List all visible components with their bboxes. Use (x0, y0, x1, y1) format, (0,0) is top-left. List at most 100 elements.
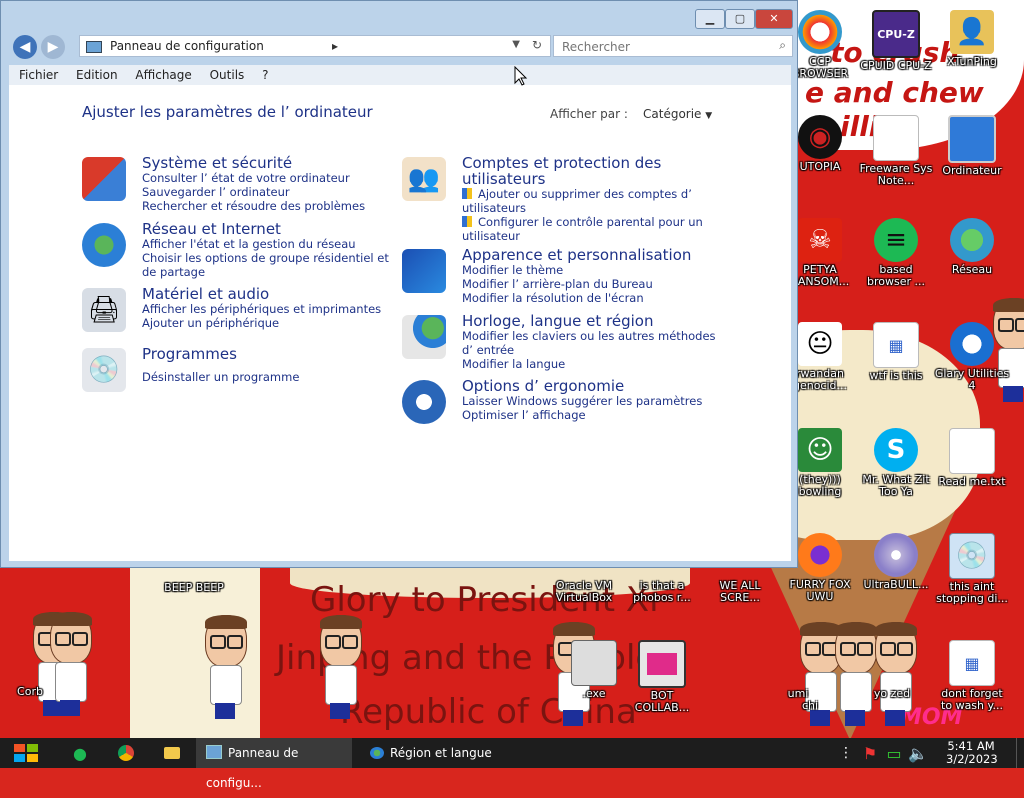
search-input[interactable] (560, 39, 764, 55)
category-link[interactable]: Optimiser l’ affichage (462, 408, 722, 422)
breadcrumb[interactable]: Panneau de configuration (110, 39, 264, 53)
desktop-icon-dont-forget[interactable]: ▦ dont forget to wash y... (934, 640, 1010, 712)
menu-outils[interactable]: Outils (210, 65, 245, 85)
search-icon[interactable]: ⌕ (779, 38, 786, 53)
category-title[interactable]: Horloge, langue et région (462, 313, 722, 329)
desktop-icon-ultrabull[interactable]: UltraBULL... (858, 533, 934, 591)
ease-of-access-icon[interactable] (402, 380, 446, 424)
chevron-down-icon[interactable]: ▼ (705, 111, 712, 121)
close-button[interactable]: ✕ (755, 9, 793, 29)
file-icon: ▦ (949, 640, 995, 686)
chrome-taskbar-icon[interactable] (112, 741, 140, 765)
menu-help[interactable]: ? (262, 65, 268, 85)
shield-icon[interactable] (82, 157, 126, 201)
clock-date: 3/2/2023 (946, 752, 998, 766)
disc-icon (874, 533, 918, 577)
globe-network-icon[interactable] (82, 223, 126, 267)
desktop-icon-wtf[interactable]: ▦ wtf is this (858, 322, 934, 382)
menu-edition[interactable]: Edition (76, 65, 118, 85)
category-title[interactable]: Matériel et audio (142, 286, 402, 302)
category-link[interactable]: Laisser Windows suggérer les paramètres (462, 394, 722, 408)
volume-icon[interactable]: 🔈 (904, 741, 932, 765)
category-link[interactable]: Modifier le thème (462, 263, 722, 277)
desktop-icon-reseau[interactable]: Réseau (934, 218, 1010, 276)
menu-fichier[interactable]: Fichier (19, 65, 58, 85)
desktop-icon-beep-beep[interactable]: BEEP BEEP (156, 582, 232, 594)
desktop-icon-glary[interactable]: Glary Utilities 4 (934, 322, 1010, 392)
taskbar: ● Panneau de configu... Région et langue… (0, 738, 1024, 790)
monitor-paint-icon[interactable] (402, 249, 446, 293)
category-title[interactable]: Réseau et Internet (142, 221, 402, 237)
category-link[interactable]: Modifier l’ arrière-plan du Bureau (462, 277, 722, 291)
address-bar[interactable]: Panneau de configuration ▸ ▼ ↻ (79, 35, 551, 57)
category-title[interactable]: Options d’ ergonomie (462, 378, 722, 394)
desktop-icon-exe[interactable]: .exe (556, 640, 632, 700)
menu-affichage[interactable]: Affichage (135, 65, 191, 85)
forward-button[interactable]: ▶ (41, 35, 65, 59)
category-link-label[interactable]: Configurer le contrôle parental pour un … (462, 215, 703, 243)
view-by-value[interactable]: Catégorie (643, 107, 701, 121)
search-box[interactable]: ⌕ (553, 35, 793, 57)
minimize-button[interactable]: ▁ (695, 9, 725, 29)
category-link[interactable]: Désinstaller un programme (142, 370, 402, 384)
back-button[interactable]: ◀ (13, 35, 37, 59)
category-link-label[interactable]: Ajouter ou supprimer des comptes d’ util… (462, 187, 692, 215)
category-link[interactable]: Rechercher et résoudre des problèmes (142, 199, 402, 213)
desktop-icon-readme[interactable]: Read me.txt (934, 428, 1010, 488)
refresh-icon[interactable]: ↻ (532, 38, 542, 52)
desktop-icon-chi[interactable]: chi (790, 700, 830, 712)
maximize-button[interactable]: ▢ (725, 9, 755, 29)
clock-globe-icon[interactable] (402, 315, 446, 359)
spotify-taskbar-icon[interactable]: ● (66, 741, 94, 765)
category-link[interactable]: Afficher les périphériques et imprimante… (142, 302, 402, 316)
desktop-icon-freeware[interactable]: Freeware Sys Note... (858, 115, 934, 187)
category-link[interactable]: Afficher l'état et la gestion du réseau (142, 237, 402, 251)
show-desktop-button[interactable] (1016, 738, 1024, 768)
desktop-icon-skype[interactable]: S Mr. What Zit Too Ya (858, 428, 934, 498)
task-control-panel[interactable]: Panneau de configu... (196, 738, 352, 790)
category-title[interactable]: Apparence et personnalisation (462, 247, 722, 263)
monitor-icon (638, 640, 686, 688)
guy-character (870, 622, 920, 727)
category-link[interactable]: Sauvegarder l’ ordinateur (142, 185, 402, 199)
file-icon: ▦ (873, 322, 919, 368)
window-titlebar[interactable]: ▁ ▢ ✕ (1, 1, 797, 31)
programs-disc-icon[interactable]: 💿 (82, 348, 126, 392)
desktop-icon-ordinateur[interactable]: Ordinateur (934, 115, 1010, 177)
desktop-icon-xtunping[interactable]: 👤 XTunPing (934, 10, 1010, 68)
category-link[interactable]: Modifier la langue (462, 357, 722, 371)
breadcrumb-separator-icon[interactable]: ▸ (332, 39, 338, 53)
task-region-language[interactable]: Région et langue (360, 738, 516, 768)
printer-icon[interactable]: 🖨 (82, 288, 126, 332)
users-icon[interactable]: 👥 (402, 157, 446, 201)
category-link[interactable]: Ajouter un périphérique (142, 316, 402, 330)
meme-icon: 😐 (798, 322, 842, 366)
desktop-icon-corb[interactable]: Corb (0, 640, 68, 698)
category-title[interactable]: Comptes et protection des utilisateurs (462, 155, 722, 187)
uac-shield-icon (462, 216, 472, 227)
desktop-icon-yo-zed[interactable]: yo zed (862, 688, 922, 700)
category-link[interactable]: Configurer le contrôle parental pour un … (462, 215, 722, 243)
region-icon (370, 747, 384, 759)
category-link[interactable]: Choisir les options de groupe résidentie… (142, 251, 402, 279)
computer-icon (948, 115, 996, 163)
desktop-icon-bot-collab[interactable]: BOT COLLAB... (624, 640, 700, 714)
category-link[interactable]: Consulter l’ état de votre ordinateur (142, 171, 402, 185)
uac-shield-icon (462, 188, 472, 199)
category-link[interactable]: Modifier les claviers ou les autres méth… (462, 329, 722, 357)
category-title[interactable]: Système et sécurité (142, 155, 402, 171)
browser-icon (798, 10, 842, 54)
desktop-icon-based-browser[interactable]: ≡ based browser ... (858, 218, 934, 288)
category-link[interactable]: Ajouter ou supprimer des comptes d’ util… (462, 187, 722, 215)
desktop-icon-cpuz[interactable]: CPU-Z CPUID CPU-Z (858, 10, 934, 72)
category-link[interactable]: Modifier la résolution de l'écran (462, 291, 722, 305)
exe-icon (571, 640, 617, 686)
folder-taskbar-icon[interactable] (158, 741, 186, 765)
control-panel-window: ▁ ▢ ✕ ◀ ▶ Panneau de configuration ▸ ▼ ↻… (0, 0, 798, 568)
chevron-down-icon[interactable]: ▼ (512, 39, 520, 50)
view-by-dropdown[interactable]: Catégorie ▼ (643, 107, 712, 121)
system-clock[interactable]: 5:41 AM 3/2/2023 (946, 740, 998, 766)
start-button[interactable] (10, 741, 42, 765)
desktop-icon-setup[interactable]: 💿 this aint stopping di... (934, 533, 1010, 605)
category-title[interactable]: Programmes (142, 346, 402, 362)
